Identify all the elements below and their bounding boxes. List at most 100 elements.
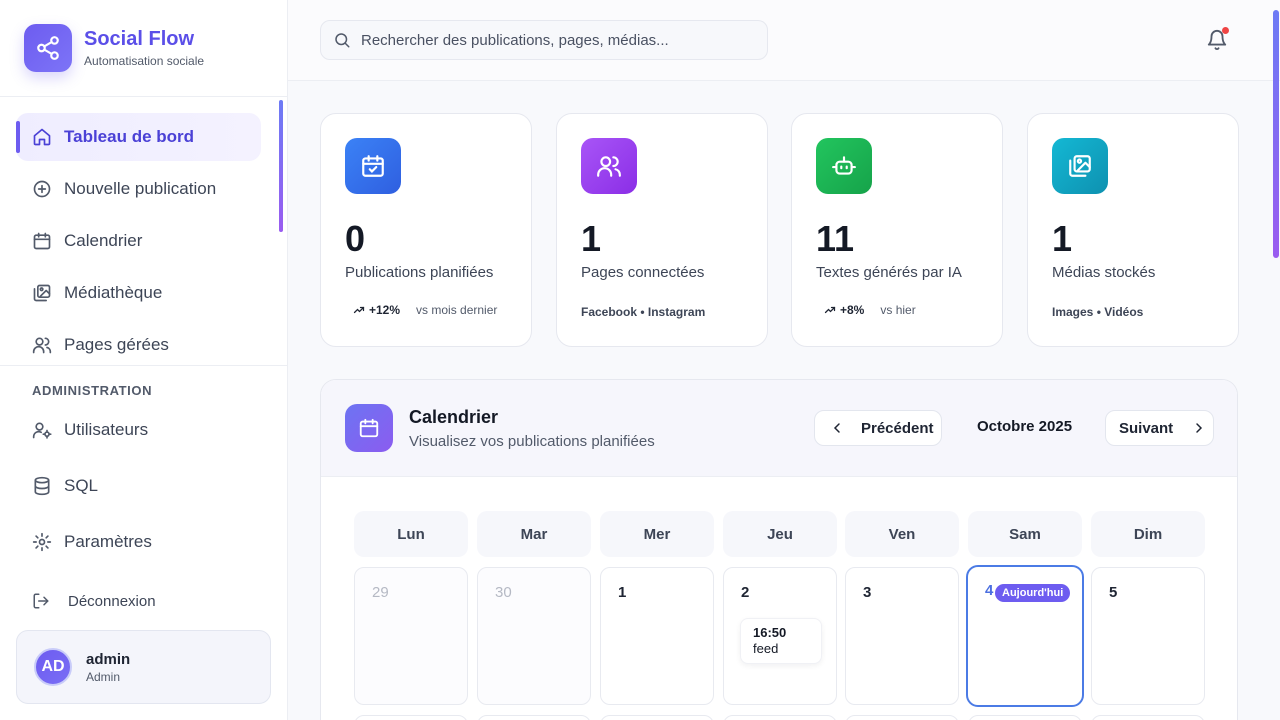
previous-month-button[interactable]: Précédent	[814, 410, 942, 446]
search-box[interactable]	[320, 20, 768, 60]
calendar-subtitle: Visualisez vos publications planifiées	[409, 433, 655, 450]
plus-circle-icon	[32, 179, 52, 199]
page-scrollbar-thumb[interactable]	[1273, 10, 1279, 258]
sidebar: Social Flow Automatisation sociale Table…	[0, 0, 288, 720]
calendar-day[interactable]: 30	[477, 567, 591, 705]
home-icon	[32, 127, 52, 147]
calendar-day[interactable]: 29	[354, 567, 468, 705]
logout-icon	[32, 592, 50, 610]
brand-name: Social Flow	[84, 28, 195, 50]
next-month-button[interactable]: Suivant	[1105, 410, 1214, 446]
stat-footer: +12% vs mois dernier	[345, 303, 497, 317]
stat-card-pages: 1 Pages connectées Facebook • Instagram	[556, 113, 768, 347]
weekday-header: Sam	[968, 511, 1082, 557]
calendar-day[interactable]: 1	[600, 567, 714, 705]
today-badge: Aujourd'hui	[995, 584, 1071, 602]
previous-label: Précédent	[861, 419, 934, 437]
day-number: 29	[372, 584, 389, 601]
gear-icon	[32, 532, 52, 552]
next-label: Suivant	[1119, 419, 1174, 437]
stat-value: 1	[581, 218, 602, 259]
calendar-icon	[32, 231, 52, 251]
stat-value: 0	[345, 218, 366, 259]
calendar-day[interactable]	[600, 715, 714, 720]
user-name: admin	[86, 651, 131, 668]
share-icon[interactable]	[24, 24, 72, 72]
logout-button[interactable]: Déconnexion	[32, 592, 156, 610]
trend-note: vs hier	[880, 303, 916, 317]
day-number: 3	[863, 584, 872, 601]
nav-item-label: SQL	[64, 476, 99, 495]
stat-card-ai-texts: 11 Textes générés par IA +8% vs hier	[791, 113, 1003, 347]
stat-subtext: Images • Vidéos	[1052, 305, 1144, 319]
stat-footer: +8% vs hier	[816, 303, 916, 317]
scheduled-post-event[interactable]: 16:50 feed	[740, 618, 822, 664]
admin-section: ADMINISTRATION	[0, 365, 288, 398]
nav-item-label: Paramètres	[64, 532, 152, 551]
nav-item-dashboard[interactable]: Tableau de bord	[16, 113, 261, 161]
stat-card-media: 1 Médias stockés Images • Vidéos	[1027, 113, 1239, 347]
day-number: 2	[741, 584, 750, 601]
notification-bell-icon[interactable]	[1206, 27, 1229, 51]
nav-item-new-post[interactable]: Nouvelle publication	[16, 165, 261, 213]
nav-item-users[interactable]: Utilisateurs	[32, 420, 148, 440]
weekday-header: Ven	[845, 511, 959, 557]
calendar-day[interactable]	[845, 715, 959, 720]
weekday-header: Dim	[1091, 511, 1205, 557]
calendar-day[interactable]	[354, 715, 468, 720]
calendar-day[interactable]: 3	[845, 567, 959, 705]
chevron-right-icon	[1191, 420, 1207, 436]
trend-badge: +8%	[824, 303, 864, 317]
day-number: 1	[618, 584, 627, 601]
user-role: Admin	[86, 670, 121, 684]
day-number: 30	[495, 584, 512, 601]
nav-item-sql[interactable]: SQL	[32, 476, 98, 496]
nav-item-settings[interactable]: Paramètres	[32, 532, 152, 552]
sidebar-scrollbar[interactable]	[279, 100, 283, 232]
stat-label: Publications planifiées	[345, 264, 494, 281]
day-number: 5	[1109, 584, 1118, 601]
nav-item-media-library[interactable]: Médiathèque	[16, 269, 261, 317]
calendar-day-today[interactable]: 4 Aujourd'hui	[966, 565, 1084, 707]
calendar-day[interactable]	[723, 715, 837, 720]
calendar-day[interactable]	[968, 715, 1082, 720]
trend-badge: +12%	[353, 303, 400, 317]
nav-item-label: Tableau de bord	[64, 127, 195, 146]
stat-card-scheduled: 0 Publications planifiées +12% vs mois d…	[320, 113, 532, 347]
user-card[interactable]: AD admin Admin	[16, 630, 271, 704]
users-icon	[581, 138, 637, 194]
stat-value: 11	[816, 218, 855, 259]
day-number: 4	[985, 582, 994, 599]
search-icon	[333, 31, 351, 49]
trend-value: +12%	[369, 303, 401, 317]
weekday-header: Mar	[477, 511, 591, 557]
logout-label: Déconnexion	[68, 592, 156, 610]
page-scrollbar[interactable]	[1272, 0, 1280, 720]
search-input[interactable]	[361, 31, 751, 49]
nav-item-label: Pages gérées	[64, 335, 169, 354]
calendar-day[interactable]	[477, 715, 591, 720]
stat-value: 1	[1052, 218, 1073, 259]
admin-heading: ADMINISTRATION	[32, 383, 153, 398]
trending-up-icon	[824, 306, 836, 314]
nav-item-label: Calendrier	[64, 231, 143, 250]
weekday-header: Mer	[600, 511, 714, 557]
calendar-day[interactable]: 5	[1091, 567, 1205, 705]
nav-item-calendar[interactable]: Calendrier	[16, 217, 261, 265]
calendar-icon	[345, 404, 393, 452]
brand: Social Flow Automatisation sociale	[0, 0, 287, 97]
top-bar	[288, 0, 1280, 81]
calendar-check-icon	[345, 138, 401, 194]
event-time: 16:50	[753, 625, 787, 640]
event-type: feed	[753, 641, 779, 656]
stat-label: Médias stockés	[1052, 264, 1156, 281]
database-icon	[32, 476, 52, 496]
calendar-day[interactable]: 2 16:50 feed	[723, 567, 837, 705]
nav-item-pages[interactable]: Pages gérées	[16, 321, 261, 365]
nav-item-label: Médiathèque	[64, 283, 163, 302]
calendar-header: Calendrier Visualisez vos publications p…	[321, 380, 1237, 477]
calendar-day[interactable]	[1091, 715, 1205, 720]
media-library-icon	[32, 283, 52, 303]
calendar-title: Calendrier	[409, 407, 499, 427]
weekday-header: Lun	[354, 511, 468, 557]
